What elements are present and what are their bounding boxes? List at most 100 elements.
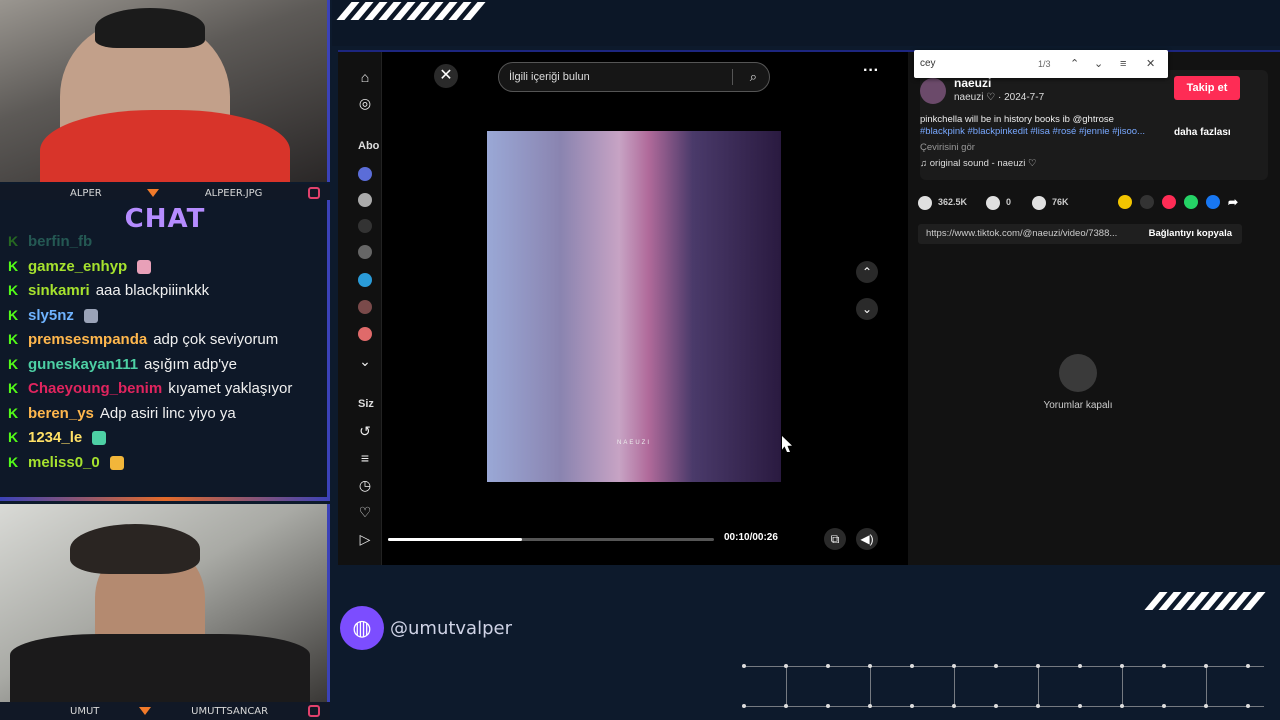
- chat-message: Kberen_ys Adp asiri linc yiyo ya: [6, 402, 326, 425]
- find-input[interactable]: cey: [920, 58, 936, 69]
- author-username[interactable]: naeuzi: [954, 76, 991, 90]
- video-time: 00:10/00:26: [724, 532, 778, 543]
- kick-icon: K: [8, 404, 19, 421]
- chat-user: sinkamri: [28, 282, 90, 299]
- following-avatar[interactable]: [358, 245, 372, 259]
- kick-icon: K: [8, 282, 19, 298]
- chat-message: Ksinkamri aaa blackpiiinkkk: [6, 279, 326, 302]
- chat-user: berfin_fb: [28, 233, 93, 250]
- find-prev-icon[interactable]: ⌃: [1070, 50, 1079, 78]
- sound-link[interactable]: ♫ original sound - naeuzi ♡: [920, 158, 1037, 169]
- post-url: https://www.tiktok.com/@naeuzi/video/738…: [926, 228, 1118, 239]
- chevron-down-icon[interactable]: ⌄: [856, 298, 878, 320]
- playlist-icon[interactable]: ≡: [356, 449, 374, 467]
- history-icon[interactable]: ↺: [356, 422, 374, 440]
- chat-message: K 1234_le: [6, 426, 326, 449]
- copy-link-button[interactable]: Bağlantıyı kopyala: [1149, 224, 1232, 244]
- chevron-down-icon[interactable]: ⌄: [356, 352, 374, 370]
- chat-user: sly5nz: [28, 306, 74, 324]
- author-avatar[interactable]: [920, 78, 946, 104]
- whatsapp-icon[interactable]: [1184, 195, 1198, 209]
- video-progress-bar[interactable]: [388, 538, 714, 541]
- chat-user: 1234_le: [28, 429, 83, 446]
- chat-text: adp çok seviyorum: [153, 331, 279, 348]
- save-stat[interactable]: 76K: [1032, 192, 1069, 212]
- divider-bar: [0, 497, 330, 501]
- bookmark-icon: [1032, 195, 1046, 210]
- chat-text: aaa blackpiiinkkk: [95, 282, 210, 299]
- engagement-stats: 362.5K 0 76K ➦: [918, 192, 1268, 212]
- comment-count: 0: [1006, 197, 1012, 207]
- related-search-input[interactable]: İlgili içeriği bulun ⌕: [498, 62, 770, 92]
- webcam-umut: [0, 504, 330, 702]
- facebook-icon[interactable]: [1206, 195, 1220, 209]
- following-avatar[interactable]: [358, 219, 372, 233]
- kick-icon: K: [8, 453, 19, 470]
- video-icon[interactable]: ▷: [356, 530, 374, 548]
- kick-icon: K: [8, 306, 19, 323]
- find-close-icon[interactable]: ✕: [1146, 50, 1155, 78]
- triangle-icon: [147, 189, 160, 197]
- top-strip: [332, 0, 1280, 46]
- video-player[interactable]: NAEUZI: [487, 131, 781, 482]
- chat-user: beren_ys: [28, 404, 94, 422]
- handle-text: @umutvalper: [390, 617, 512, 639]
- save-count: 76K: [1052, 197, 1069, 207]
- nameplate-bottom: UMUT UMUTTSANCAR: [0, 702, 330, 720]
- like-stat[interactable]: 362.5K: [918, 192, 967, 212]
- comment-stat[interactable]: 0: [986, 192, 1011, 212]
- author-meta: naeuzi ♡ · 2024-7-7: [954, 92, 1045, 103]
- close-icon[interactable]: ✕: [434, 64, 458, 88]
- hashtags[interactable]: #blackpink #blackpinkedit #lisa #rosé #j…: [920, 126, 1145, 137]
- see-more-link[interactable]: daha fazlası: [1174, 127, 1231, 138]
- chat-text: Adp asiri linc yiyo ya: [99, 404, 236, 422]
- following-avatar[interactable]: [358, 193, 372, 207]
- emote-icon: [83, 308, 98, 323]
- chat-list: Kberfin_fb Kgamze_enhyp Ksinkamri aaa bla…: [6, 230, 326, 475]
- cam-name-left: ALPER: [70, 187, 102, 199]
- following-label: Abo: [358, 140, 380, 152]
- pip-icon[interactable]: ⧉: [824, 528, 846, 550]
- find-options-icon[interactable]: ≡: [1120, 50, 1126, 78]
- following-avatar[interactable]: [358, 300, 372, 314]
- kick-icon: K: [8, 233, 19, 249]
- home-icon[interactable]: ⌂: [356, 68, 374, 86]
- cam-name-right: ALPEER.JPG: [204, 187, 263, 199]
- find-next-icon[interactable]: ⌄: [1094, 50, 1103, 78]
- heart-icon: [918, 195, 932, 210]
- find-count: 1/3: [1038, 59, 1051, 69]
- like-icon[interactable]: ♡: [356, 503, 374, 521]
- following-avatar[interactable]: [358, 327, 372, 341]
- browser-window: ⌂ ◎ Abo ⌄ Siz ↺ ≡ ◷ ♡ ▷ ✕ İlgili içeriği…: [338, 50, 1280, 565]
- translate-link[interactable]: Çevirisini gör: [920, 142, 975, 153]
- tiktok-sidenav: ⌂ ◎ Abo ⌄ Siz ↺ ≡ ◷ ♡ ▷: [338, 52, 382, 565]
- stream-layout: ALPER ALPEER.JPG CHAT Kberfin_fb Kgamze_…: [0, 0, 1280, 720]
- embed-icon[interactable]: [1140, 195, 1154, 209]
- comments-disabled: Yorumlar kapalı: [1018, 354, 1138, 411]
- coin-share-icon[interactable]: [1118, 195, 1132, 209]
- decor-stripes: [336, 2, 486, 20]
- volume-icon[interactable]: ◀): [856, 528, 878, 550]
- more-options-icon[interactable]: ···: [856, 63, 886, 84]
- send-icon[interactable]: [1162, 195, 1176, 209]
- following-avatar[interactable]: [358, 273, 372, 287]
- chat-message: Ksly5nz: [6, 304, 326, 327]
- search-icon[interactable]: ⌕: [750, 63, 757, 91]
- explore-icon[interactable]: ◎: [356, 94, 374, 112]
- share-arrow-icon[interactable]: ➦: [1228, 195, 1242, 209]
- clock-icon[interactable]: ◷: [356, 476, 374, 494]
- decor-stripes: [1144, 592, 1266, 610]
- chat-message: Kgamze_enhyp: [6, 255, 326, 278]
- search-placeholder: İlgili içeriği bulun: [509, 71, 590, 83]
- follow-button[interactable]: Takip et: [1174, 76, 1240, 100]
- chat-message: Kberfin_fb: [6, 230, 326, 253]
- chat-message: Kguneskayan111 aşığım adp'ye: [6, 353, 326, 376]
- you-label: Siz: [358, 398, 374, 410]
- chat-text: aşığım adp'ye: [144, 355, 237, 373]
- emote-icon: [109, 455, 124, 470]
- comments-off-label: Yorumlar kapalı: [1043, 400, 1113, 411]
- following-avatar[interactable]: [358, 167, 372, 181]
- post-details-panel: naeuzi naeuzi ♡ · 2024-7-7 Takip et pink…: [908, 50, 1280, 565]
- globe-icon: ◍: [340, 606, 384, 650]
- chevron-up-icon[interactable]: ⌃: [856, 261, 878, 283]
